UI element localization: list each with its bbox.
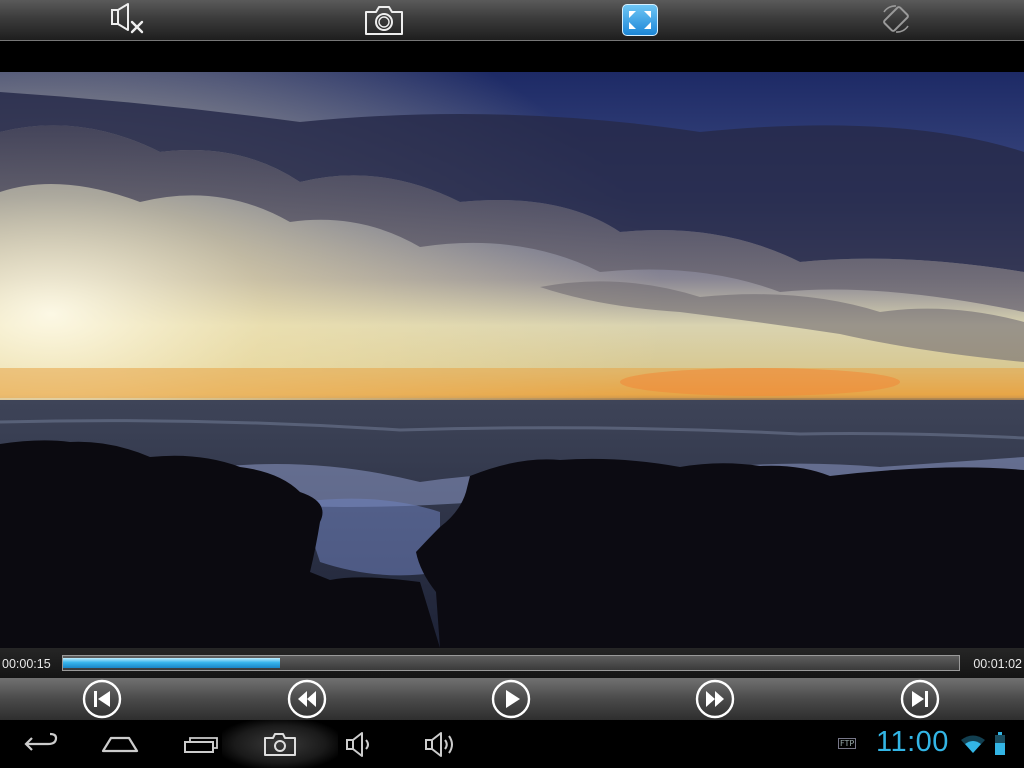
home-button[interactable] xyxy=(100,728,140,760)
volume-down-button[interactable] xyxy=(343,728,377,760)
video-image-seascape xyxy=(0,72,1024,648)
battery-icon xyxy=(995,732,1005,755)
volume-up-button[interactable] xyxy=(422,728,458,760)
volume-down-icon xyxy=(346,732,369,757)
status-clock: 11:00 xyxy=(876,726,949,758)
rewind-icon xyxy=(287,679,327,719)
mute-icon xyxy=(111,3,144,34)
screenshot-button[interactable] xyxy=(262,728,298,760)
screenshot-icon xyxy=(264,733,296,756)
fullscreen-icon xyxy=(629,11,651,29)
screen-rotate-icon xyxy=(883,5,909,33)
seek-bar[interactable] xyxy=(62,655,960,671)
playback-controls xyxy=(0,678,1024,720)
snapshot-button[interactable] xyxy=(364,2,404,38)
seek-bar-row: 00:00:15 00:01:02 xyxy=(0,648,1024,678)
next-button[interactable] xyxy=(900,679,940,719)
wifi-icon xyxy=(961,735,985,753)
next-icon xyxy=(900,679,940,719)
android-system-bar: FTP 11:00 xyxy=(0,720,1024,768)
total-duration: 00:01:02 xyxy=(973,657,1022,671)
play-button[interactable] xyxy=(491,679,531,719)
previous-button[interactable] xyxy=(82,679,122,719)
previous-icon xyxy=(82,679,122,719)
volume-up-icon xyxy=(425,732,453,757)
recent-apps-icon xyxy=(184,737,218,753)
mute-button[interactable] xyxy=(108,2,148,38)
recent-apps-button[interactable] xyxy=(182,728,220,760)
back-button[interactable] xyxy=(22,728,60,760)
play-icon xyxy=(491,679,531,719)
video-frame[interactable] xyxy=(0,72,1024,648)
back-icon xyxy=(24,732,58,751)
ftp-status-icon: FTP xyxy=(838,738,857,749)
fast-forward-button[interactable] xyxy=(695,679,735,719)
camera-icon xyxy=(365,6,403,35)
seek-bar-progress xyxy=(63,658,280,668)
rewind-button[interactable] xyxy=(287,679,327,719)
rotate-screen-button[interactable] xyxy=(876,2,916,38)
fast-forward-icon xyxy=(695,679,735,719)
fullscreen-button[interactable] xyxy=(622,4,658,36)
player-top-toolbar xyxy=(0,0,1024,41)
home-icon xyxy=(101,736,139,753)
elapsed-time: 00:00:15 xyxy=(2,657,51,671)
